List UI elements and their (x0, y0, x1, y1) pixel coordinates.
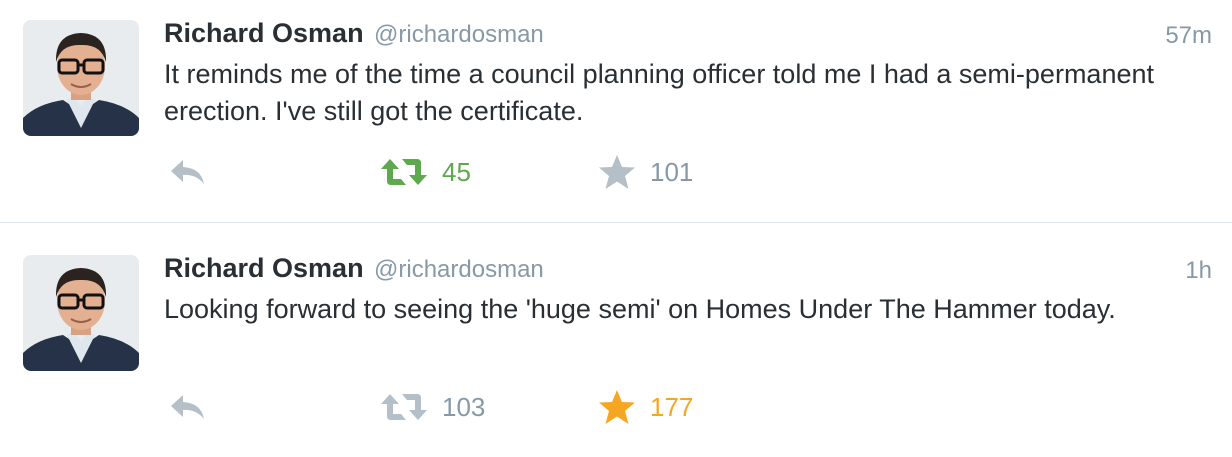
tweet-actions: 45 101 (0, 150, 1232, 194)
tweet-text: Looking forward to seeing the 'huge semi… (164, 294, 1116, 324)
author-handle[interactable]: @richardosman (374, 21, 544, 48)
tweet-text: It reminds me of the time a council plan… (164, 59, 1154, 126)
tweet-header: Richard Osman @richardosman (164, 253, 544, 284)
avatar[interactable] (23, 20, 139, 136)
tweet-actions: 103 177 (0, 385, 1232, 429)
retweet-icon (381, 394, 427, 420)
reply-button[interactable] (168, 150, 208, 194)
tweet[interactable]: Richard Osman @richardosman 1h Looking f… (0, 235, 1232, 457)
favorite-button[interactable]: 101 (598, 150, 693, 194)
author-name[interactable]: Richard Osman (164, 253, 364, 283)
favorite-button[interactable]: 177 (598, 385, 693, 429)
timestamp[interactable]: 1h (1185, 257, 1212, 285)
favorite-count: 101 (650, 156, 694, 187)
tweet-header: Richard Osman @richardosman (164, 18, 544, 49)
retweet-count: 45 (442, 156, 471, 187)
author-name[interactable]: Richard Osman (164, 18, 364, 48)
star-icon (599, 155, 635, 189)
avatar[interactable] (23, 255, 139, 371)
timestamp[interactable]: 57m (1165, 22, 1212, 50)
reply-icon (171, 160, 204, 184)
reply-button[interactable] (168, 385, 208, 429)
star-icon (599, 390, 635, 424)
favorite-count: 177 (650, 391, 694, 422)
retweet-button[interactable]: 103 (380, 385, 485, 429)
retweet-button[interactable]: 45 (380, 150, 471, 194)
retweet-count: 103 (442, 391, 486, 422)
reply-icon (171, 395, 204, 419)
retweet-icon (381, 159, 427, 185)
tweet[interactable]: Richard Osman @richardosman 57m It remin… (0, 0, 1232, 222)
author-handle[interactable]: @richardosman (374, 256, 544, 283)
tweet-divider (0, 222, 1232, 223)
